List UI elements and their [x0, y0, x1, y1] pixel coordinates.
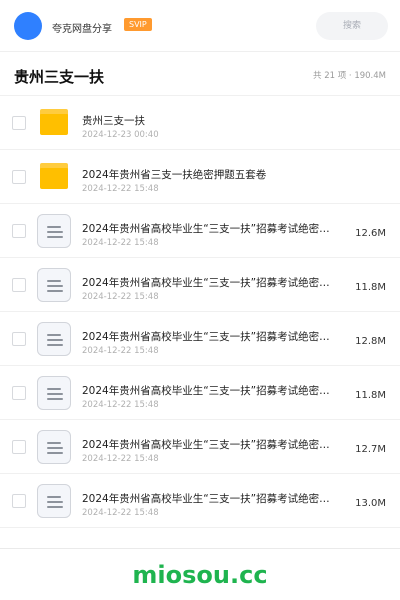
item-size: 11.8M [355, 282, 386, 293]
list-item[interactable]: 2024年贵州省高校毕业生“三支一扶”招募考试绝密押题卷 2024-12-22 1… [0, 204, 400, 258]
item-name[interactable]: 贵州三支一扶 [82, 113, 340, 128]
document-icon [37, 484, 71, 518]
item-name[interactable]: 2024年贵州省三支一扶绝密押题五套卷 [82, 167, 340, 182]
item-name[interactable]: 2024年贵州省高校毕业生“三支一扶”招募考试绝密押题卷 [82, 437, 340, 452]
item-date: 2024-12-22 15:48 [82, 454, 159, 464]
folder-stats: 共 21 项 · 190.4M [313, 71, 386, 81]
item-date: 2024-12-23 00:40 [82, 130, 159, 140]
item-date: 2024-12-22 15:48 [82, 508, 159, 518]
select-checkbox[interactable] [12, 116, 26, 130]
avatar[interactable] [14, 12, 42, 40]
item-date: 2024-12-22 15:48 [82, 400, 159, 410]
item-size: 12.8M [355, 336, 386, 347]
item-date: 2024-12-22 15:48 [82, 346, 159, 356]
watermark: miosou.cc [132, 561, 268, 589]
item-name[interactable]: 2024年贵州省高校毕业生“三支一扶”招募考试绝密押题卷 [82, 329, 340, 344]
item-date: 2024-12-22 15:48 [82, 184, 159, 194]
item-size: 12.7M [355, 444, 386, 455]
document-icon [37, 376, 71, 410]
list-item[interactable]: 贵州三支一扶 2024-12-23 00:40 [0, 96, 400, 150]
file-list: 贵州三支一扶 2024-12-23 00:40 2024年贵州省三支一扶绝密押题五套… [0, 96, 400, 528]
list-item[interactable]: 2024年贵州省高校毕业生“三支一扶”招募考试绝密押题卷 2024-12-22 1… [0, 420, 400, 474]
select-checkbox[interactable] [12, 494, 26, 508]
document-icon [37, 322, 71, 356]
item-size: 13.0M [355, 498, 386, 509]
item-name[interactable]: 2024年贵州省高校毕业生“三支一扶”招募考试绝密押题卷 [82, 221, 340, 236]
item-name[interactable]: 2024年贵州省高校毕业生“三支一扶”招募考试绝密押题卷 [82, 491, 340, 506]
top-bar: 夸克网盘分享 SVIP 搜索 [0, 0, 400, 52]
search-input[interactable]: 搜索 [316, 12, 388, 40]
item-name[interactable]: 2024年贵州省高校毕业生“三支一扶”招募考试绝密押题卷 [82, 275, 340, 290]
document-icon [37, 214, 71, 248]
select-checkbox[interactable] [12, 224, 26, 238]
svip-badge: SVIP [124, 18, 152, 31]
list-item[interactable]: 2024年贵州省高校毕业生“三支一扶”招募考试绝密押题卷 2024-12-22 1… [0, 474, 400, 528]
document-icon [37, 430, 71, 464]
item-size: 11.8M [355, 390, 386, 401]
owner-name: 夸克网盘分享 [52, 24, 112, 35]
item-size: 12.6M [355, 228, 386, 239]
list-item[interactable]: 2024年贵州省高校毕业生“三支一扶”招募考试绝密押题卷 2024-12-22 1… [0, 258, 400, 312]
item-name[interactable]: 2024年贵州省高校毕业生“三支一扶”招募考试绝密押题卷 [82, 383, 340, 398]
item-date: 2024-12-22 15:48 [82, 292, 159, 302]
footer: miosou.cc [0, 548, 400, 600]
list-item[interactable]: 2024年贵州省高校毕业生“三支一扶”招募考试绝密押题卷 2024-12-22 1… [0, 366, 400, 420]
item-date: 2024-12-22 15:48 [82, 238, 159, 248]
document-icon [37, 268, 71, 302]
folder-header: 贵州三支一扶 共 21 项 · 190.4M [0, 52, 400, 96]
select-checkbox[interactable] [12, 332, 26, 346]
folder-icon [40, 163, 68, 189]
list-item[interactable]: 2024年贵州省三支一扶绝密押题五套卷 2024-12-22 15:48 [0, 150, 400, 204]
select-checkbox[interactable] [12, 170, 26, 184]
folder-icon [40, 109, 68, 135]
list-item[interactable]: 2024年贵州省高校毕业生“三支一扶”招募考试绝密押题卷 2024-12-22 1… [0, 312, 400, 366]
select-checkbox[interactable] [12, 386, 26, 400]
select-checkbox[interactable] [12, 440, 26, 454]
page-title: 贵州三支一扶 [14, 68, 105, 86]
select-checkbox[interactable] [12, 278, 26, 292]
